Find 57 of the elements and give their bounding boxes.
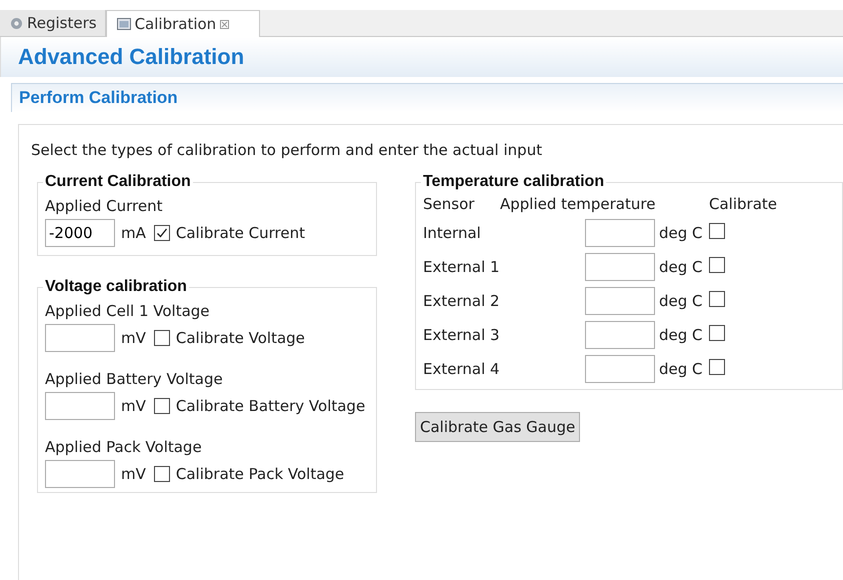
field-label: Applied Battery Voltage <box>45 370 224 388</box>
checkbox-label: Calibrate Current <box>176 224 305 242</box>
unit-label: deg C <box>659 292 703 310</box>
sensor-label: External 3 <box>423 326 501 344</box>
input-field[interactable] <box>45 324 115 352</box>
column-header: Applied temperature <box>500 195 656 213</box>
unit-label: mV <box>121 465 146 483</box>
checkbox[interactable] <box>154 225 170 241</box>
window-icon <box>116 18 131 30</box>
checkbox[interactable] <box>154 466 170 482</box>
gear-icon <box>10 16 23 30</box>
input-field[interactable] <box>45 392 115 420</box>
group-title: Voltage calibration <box>44 278 188 296</box>
checkbox[interactable] <box>709 223 725 239</box>
input-field[interactable] <box>45 460 115 488</box>
unit-label: deg C <box>659 258 703 276</box>
sensor-label: Internal <box>423 224 482 242</box>
sensor-label: External 1 <box>423 258 501 276</box>
checkbox-label: Calibrate Voltage <box>176 329 305 347</box>
input-field[interactable] <box>585 253 655 281</box>
tab[interactable]: Calibration <box>106 10 260 37</box>
unit-label: deg C <box>659 326 703 344</box>
input-field[interactable] <box>585 321 655 349</box>
unit-label: mA <box>121 224 146 242</box>
input-field[interactable] <box>585 355 655 383</box>
sensor-label: External 2 <box>423 292 501 310</box>
checkbox-label: Calibrate Battery Voltage <box>176 397 366 415</box>
unit-label: deg C <box>659 224 703 242</box>
checkbox[interactable] <box>709 325 725 341</box>
unit-label: mV <box>121 329 146 347</box>
field-label: Applied Current <box>45 197 164 215</box>
column-header: Sensor <box>423 195 476 213</box>
section-title: Perform Calibration <box>19 88 178 108</box>
field-label: Applied Pack Voltage <box>45 438 203 456</box>
sensor-label: External 4 <box>423 360 501 378</box>
input-field[interactable] <box>585 287 655 315</box>
group-title: Current Calibration <box>44 173 192 191</box>
close-icon[interactable] <box>220 20 230 28</box>
checkbox[interactable] <box>709 359 725 375</box>
unit-label: deg C <box>659 360 703 378</box>
group-title: Temperature calibration <box>422 173 606 191</box>
instruction-text: Select the types of calibration to perform and enter the actual input <box>31 141 544 159</box>
input-field[interactable]: -2000 <box>45 219 115 247</box>
checkbox-label: Calibrate Pack Voltage <box>176 465 344 483</box>
column-header: Calibrate <box>709 195 778 213</box>
checkbox[interactable] <box>154 398 170 414</box>
tab-label: Registers <box>27 14 97 32</box>
checkbox[interactable] <box>709 257 725 273</box>
unit-label: mV <box>121 397 146 415</box>
input-field[interactable] <box>585 219 655 247</box>
calibrate-button[interactable]: Calibrate Gas Gauge <box>415 412 580 442</box>
field-label: Applied Cell 1 Voltage <box>45 302 211 320</box>
checkbox[interactable] <box>709 291 725 307</box>
page-title: Advanced Calibration <box>18 44 244 70</box>
checkbox[interactable] <box>154 330 170 346</box>
tab-label: Calibration <box>134 15 216 33</box>
tab[interactable]: Registers <box>0 10 106 36</box>
